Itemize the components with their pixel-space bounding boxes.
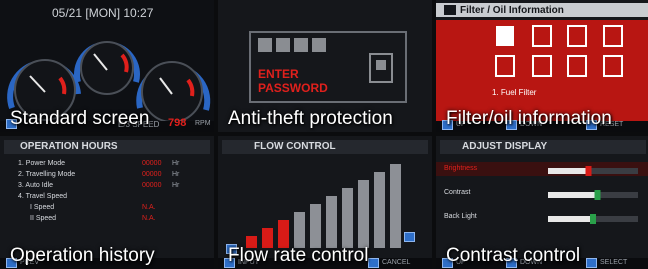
cancel-button[interactable] — [368, 258, 379, 268]
flow-level-bar — [294, 212, 305, 248]
screen-title: Filter / Oil Information — [460, 5, 564, 16]
screen-title: FLOW CONTROL — [254, 141, 336, 152]
tile-filter-oil[interactable]: Filter / Oil Information 1. Fuel Filter … — [436, 0, 648, 132]
tile-operation-history[interactable]: OPERATION HOURS 1. Power Mode 00000 Hr 2… — [0, 136, 214, 269]
flow-level-bar — [326, 196, 337, 248]
flow-level-bar — [374, 172, 385, 248]
row-unit: Hr — [172, 160, 180, 167]
tile-flow-rate[interactable]: FLOW CONTROL INPUT CANCEL Flow rate cont… — [218, 136, 432, 269]
slider-knob[interactable] — [590, 214, 596, 224]
increase-button[interactable] — [404, 232, 415, 242]
tile-standard-screen[interactable]: 05/21 [MON] 10:27 E/3 SPEED 798 RPM Stan… — [0, 0, 214, 132]
caption: Standard screen — [10, 108, 150, 129]
slider-knob[interactable] — [585, 166, 592, 176]
tile-contrast[interactable]: ADJUST DISPLAY Brightness Contrast Back … — [436, 136, 648, 269]
slider-fill — [548, 192, 598, 198]
row-value: N.A. — [142, 215, 156, 222]
row-label: 4. Travel Speed — [18, 193, 68, 200]
row-label: 3. Auto Idle — [18, 182, 54, 189]
row-unit: Hr — [172, 182, 180, 189]
caption: Flow rate control — [228, 245, 369, 266]
caption: Contrast control — [446, 245, 581, 266]
setting-label: Brightness — [444, 165, 478, 172]
flow-level-bar — [310, 204, 321, 248]
row-value: 00000 — [142, 182, 162, 189]
row-label: I Speed — [30, 204, 55, 211]
flow-level-bar — [278, 220, 289, 248]
slider-fill — [548, 216, 593, 222]
selected-item: 1. Fuel Filter — [492, 88, 537, 97]
caption: Anti-theft protection — [228, 108, 393, 129]
screen-title: OPERATION HOURS — [20, 141, 118, 152]
flow-level-bar — [390, 164, 401, 248]
row-value: 00000 — [142, 171, 162, 178]
row-value: N.A. — [142, 204, 156, 211]
flow-level-bar — [358, 180, 369, 248]
row-label: 2. Travelling Mode — [18, 171, 76, 178]
slider-knob[interactable] — [594, 190, 601, 200]
password-label: PASSWORD — [258, 81, 328, 95]
row-unit: Hr — [172, 171, 180, 178]
row-label: II Speed — [30, 215, 57, 222]
rpm-value: 798 — [168, 117, 187, 129]
rpm-unit: RPM — [195, 120, 211, 127]
enter-label: ENTER — [258, 67, 299, 81]
screen-title: ADJUST DISPLAY — [462, 141, 548, 152]
slider-fill — [548, 168, 589, 174]
date-time-header: 05/21 [MON] 10:27 — [52, 6, 154, 20]
flow-level-bar — [342, 188, 353, 248]
caption: Filter/oil information — [446, 108, 612, 129]
tile-anti-theft[interactable]: ENTER PASSWORD Anti-theft protection — [218, 0, 432, 132]
row-label: 1. Power Mode — [18, 160, 66, 167]
caption: Operation history — [10, 245, 155, 266]
screenshot-grid: 05/21 [MON] 10:27 E/3 SPEED 798 RPM Stan… — [0, 0, 648, 269]
setting-label: Contrast — [444, 189, 471, 196]
cancel-label: CANCEL — [382, 259, 411, 266]
row-value: 00000 — [142, 160, 162, 167]
setting-label: Back Light — [444, 213, 477, 220]
select-button[interactable] — [586, 258, 597, 268]
select-label: SELECT — [600, 259, 628, 266]
